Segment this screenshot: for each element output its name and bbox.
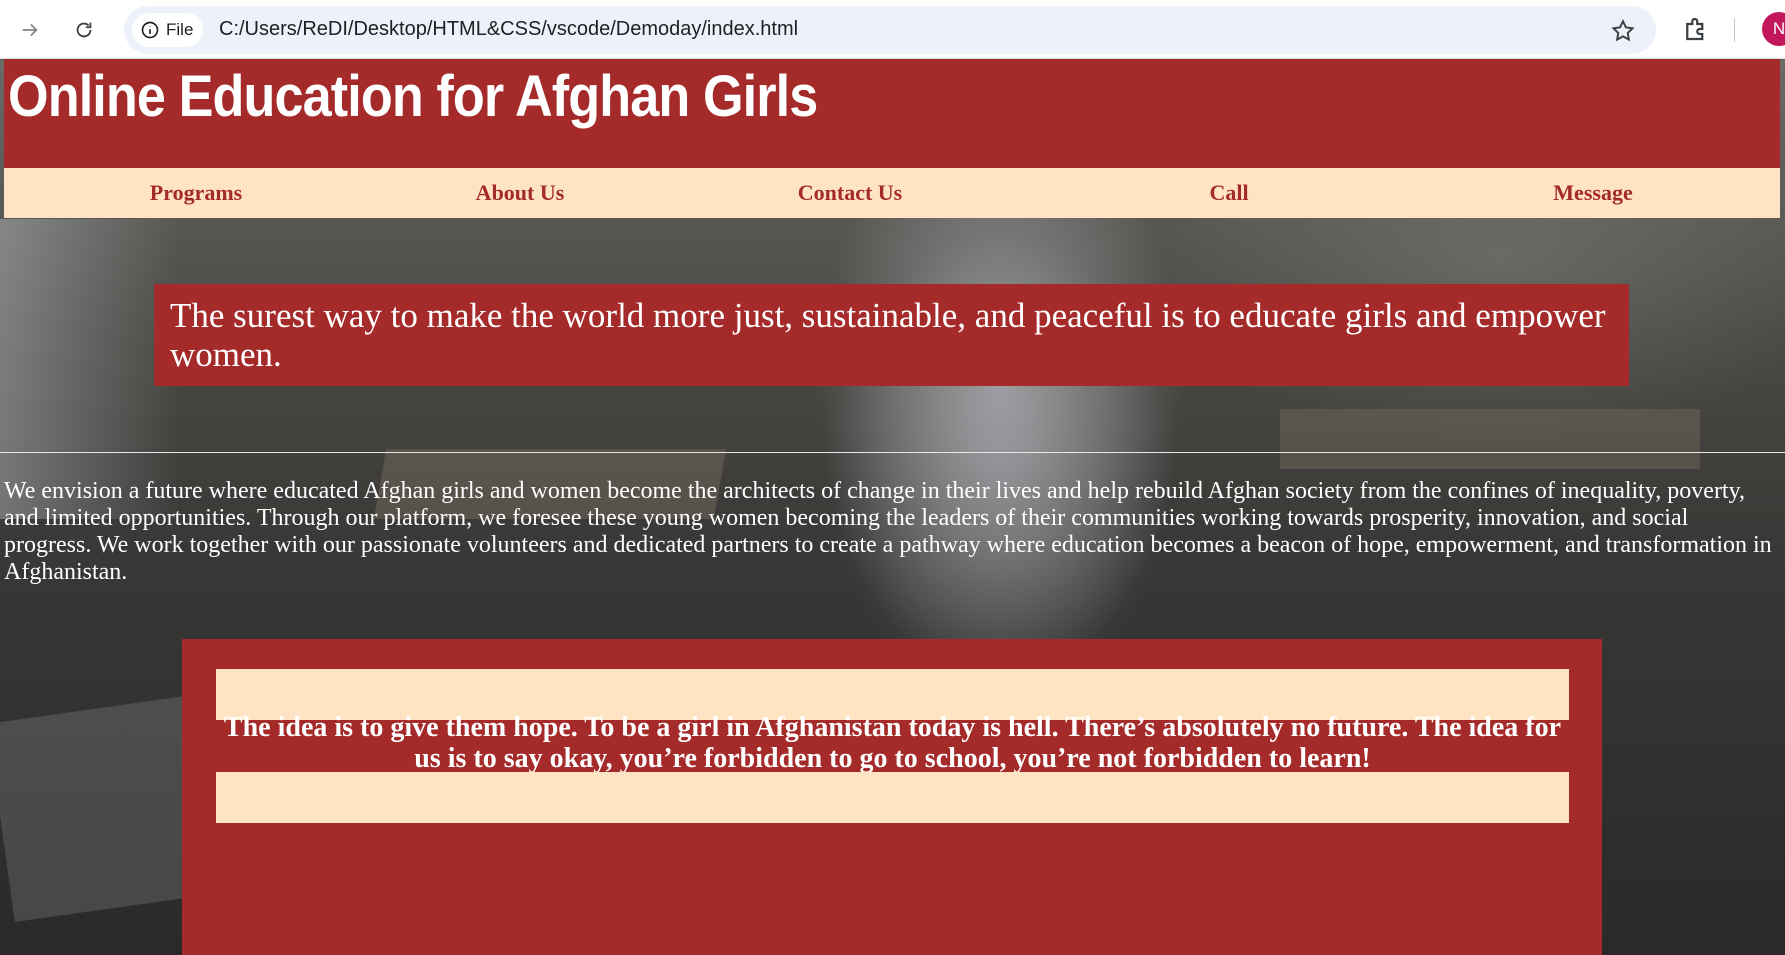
- hope-quote: The idea is to give them hope. To be a g…: [223, 712, 1562, 774]
- profile-avatar[interactable]: N: [1762, 12, 1785, 46]
- section-divider: [0, 452, 1785, 453]
- address-bar[interactable]: File C:/Users/ReDI/Desktop/HTML&CSS/vsco…: [124, 6, 1656, 54]
- star-icon[interactable]: [1610, 18, 1636, 44]
- url-text[interactable]: C:/Users/ReDI/Desktop/HTML&CSS/vscode/De…: [219, 18, 798, 41]
- hope-bar-bottom: [216, 772, 1569, 823]
- site-info-button[interactable]: File: [132, 13, 204, 47]
- reload-icon[interactable]: [66, 12, 102, 48]
- nav-link-about-us[interactable]: About Us: [476, 180, 565, 206]
- extensions-icon[interactable]: [1681, 14, 1711, 44]
- toolbar-divider: [1734, 18, 1735, 42]
- vision-paragraph: We envision a future where educated Afgh…: [4, 478, 1772, 585]
- site-header: Online Education for Afghan Girls: [4, 59, 1780, 168]
- nav-link-message[interactable]: Message: [1553, 180, 1632, 206]
- site-title: Online Education for Afghan Girls: [8, 64, 818, 129]
- forward-arrow-icon[interactable]: [12, 12, 48, 48]
- nav-link-programs[interactable]: Programs: [150, 180, 242, 206]
- nav-link-contact-us[interactable]: Contact Us: [798, 180, 903, 206]
- hero-quote-box: The surest way to make the world more ju…: [154, 284, 1629, 386]
- nav-link-call[interactable]: Call: [1209, 180, 1248, 206]
- hero-quote: The surest way to make the world more ju…: [170, 296, 1606, 374]
- browser-toolbar: File C:/Users/ReDI/Desktop/HTML&CSS/vsco…: [0, 0, 1785, 59]
- info-icon: [141, 21, 159, 39]
- site-info-label: File: [166, 20, 194, 39]
- hope-section: The idea is to give them hope. To be a g…: [182, 639, 1602, 955]
- main-nav: Programs About Us Contact Us Call Messag…: [4, 168, 1780, 218]
- page-viewport: Online Education for Afghan Girls Progra…: [0, 59, 1785, 955]
